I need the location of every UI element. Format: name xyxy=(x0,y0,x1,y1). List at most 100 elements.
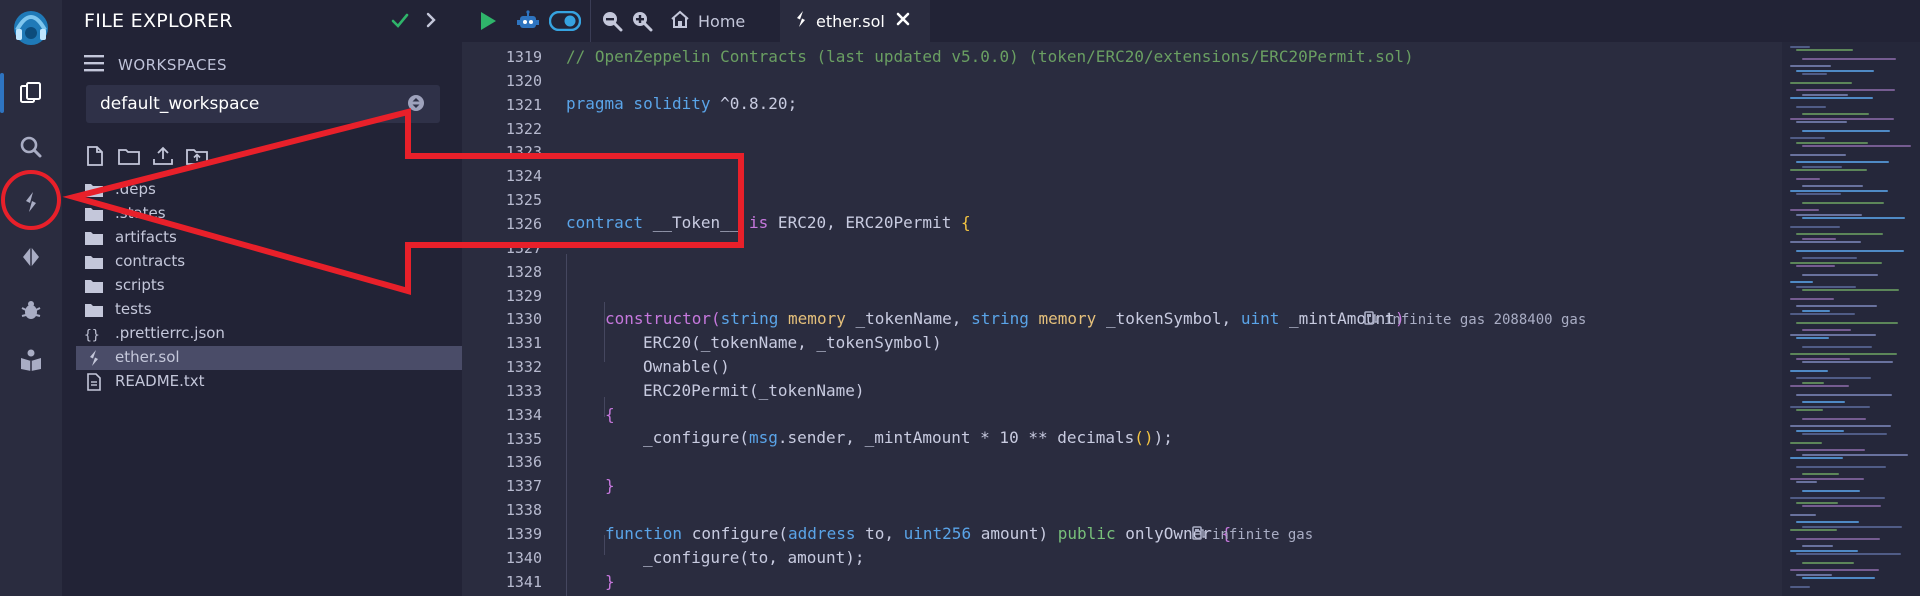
tree-item-label: scripts xyxy=(115,276,165,294)
minimap-line xyxy=(1790,569,1879,571)
minimap-line xyxy=(1790,82,1852,84)
file-explorer-icon[interactable] xyxy=(11,73,51,113)
debugger-icon[interactable] xyxy=(11,290,51,330)
upload-folder-icon[interactable] xyxy=(184,143,210,169)
explorer-toolbar xyxy=(82,143,210,169)
minimap-line xyxy=(1802,545,1833,547)
active-plugin-indicator xyxy=(0,73,4,113)
home-icon xyxy=(670,9,690,33)
minimap-line xyxy=(1790,478,1864,480)
minimap-line xyxy=(1802,454,1908,456)
code-line-1319: // OpenZeppelin Contracts (last updated … xyxy=(566,47,1414,66)
tree-item-label: README.txt xyxy=(115,372,205,390)
zoom-in-icon[interactable] xyxy=(628,7,656,35)
minimap-line xyxy=(1796,574,1832,576)
minimap-line xyxy=(1790,190,1888,192)
line-number: 1329 xyxy=(505,286,542,305)
workspaces-header: WORKSPACES xyxy=(84,54,227,76)
tab-ether-sol[interactable]: ether.sol xyxy=(780,0,930,42)
code-line-1334: { xyxy=(605,405,615,424)
folder-icon xyxy=(84,229,104,247)
new-file-icon[interactable] xyxy=(82,143,108,169)
hamburger-menu-icon[interactable] xyxy=(84,54,104,76)
tree-item-label: contracts xyxy=(115,252,186,270)
tree-item-ether-sol[interactable]: ether.sol xyxy=(76,346,462,370)
tree-item-states[interactable]: .states xyxy=(62,202,462,226)
tree-item-readme[interactable]: README.txt xyxy=(62,370,462,394)
line-number: 1341 xyxy=(505,572,542,591)
json-file-icon: {} xyxy=(84,325,104,343)
minimap-line xyxy=(1796,466,1886,468)
minimap-line xyxy=(1790,529,1837,531)
workspaces-label: WORKSPACES xyxy=(118,56,227,74)
minimap-line xyxy=(1796,377,1871,379)
minimap-line xyxy=(1790,442,1822,444)
tab-home[interactable]: Home xyxy=(670,0,780,42)
minimap-line xyxy=(1802,382,1824,384)
tree-item-artifacts[interactable]: artifacts xyxy=(62,226,462,250)
minimap-line xyxy=(1802,310,1830,312)
remix-logo-icon[interactable] xyxy=(11,8,51,48)
tree-item-deps[interactable]: .deps xyxy=(62,178,462,202)
minimap-line xyxy=(1796,305,1877,307)
line-number: 1321 xyxy=(505,95,542,114)
tree-item-label: ether.sol xyxy=(115,348,180,366)
check-icon[interactable] xyxy=(390,8,410,36)
minimap-line xyxy=(1790,406,1870,408)
minimap-line xyxy=(1796,89,1895,91)
deploy-run-icon[interactable] xyxy=(11,237,51,277)
minimap-line xyxy=(1796,121,1847,123)
minimap-line xyxy=(1790,281,1813,283)
minimap-line xyxy=(1796,358,1850,360)
minimap-line xyxy=(1802,526,1902,528)
autocomplete-toggle[interactable] xyxy=(548,7,582,35)
minimap-line xyxy=(1802,274,1878,276)
new-folder-icon[interactable] xyxy=(116,143,142,169)
tree-item-label: tests xyxy=(115,300,152,318)
code-line-1339: function configure(address to, uint256 a… xyxy=(605,524,1232,543)
code-line-1321: pragma solidity ^0.8.20; xyxy=(566,94,798,113)
chevron-right-icon[interactable] xyxy=(422,8,440,36)
minimap-line xyxy=(1796,502,1838,504)
editor-minimap[interactable] xyxy=(1782,42,1920,596)
minimap-line xyxy=(1802,433,1887,435)
code-editor[interactable]: 1319 1320 1321 1322 1323 1324 1325 1326 1327 1328… xyxy=(462,42,1920,596)
tree-item-contracts[interactable]: contracts xyxy=(62,250,462,274)
text-file-icon xyxy=(84,373,104,391)
close-tab-icon[interactable] xyxy=(895,11,911,31)
line-number: 1319 xyxy=(505,48,542,66)
tree-item-tests[interactable]: tests xyxy=(62,298,462,322)
code-line-1332: Ownable() xyxy=(643,357,730,376)
minimap-line xyxy=(1790,313,1855,315)
learneth-icon[interactable] xyxy=(11,340,51,380)
minimap-line xyxy=(1802,217,1905,219)
tree-item-label: .states xyxy=(115,204,166,222)
search-icon[interactable] xyxy=(11,127,51,167)
tab-file-label: ether.sol xyxy=(816,11,885,31)
line-number: 1327 xyxy=(505,238,542,257)
code-line-1330: constructor(string memory _tokenName, st… xyxy=(605,309,1405,328)
minimap-line xyxy=(1796,322,1898,324)
minimap-line xyxy=(1796,193,1841,195)
minimap-line xyxy=(1802,94,1848,96)
tree-item-prettierrc[interactable]: {} .prettierrc.json xyxy=(62,322,462,346)
minimap-line xyxy=(1790,550,1858,552)
code-line-1341: } xyxy=(605,572,615,591)
minimap-line xyxy=(1802,238,1836,240)
solidity-compiler-icon[interactable] xyxy=(11,182,51,222)
line-number: 1320 xyxy=(505,71,542,90)
upload-file-icon[interactable] xyxy=(150,143,176,169)
workspace-select[interactable]: default_workspace xyxy=(86,85,440,123)
run-play-icon[interactable] xyxy=(474,7,502,35)
tree-item-label: .deps xyxy=(115,180,156,198)
minimap-line xyxy=(1796,214,1862,216)
minimap-line xyxy=(1802,130,1890,132)
minimap-line xyxy=(1790,262,1882,264)
minimap-line xyxy=(1790,118,1894,120)
zoom-out-icon[interactable] xyxy=(598,7,626,35)
code-line-1333: ERC20Permit(_tokenName) xyxy=(643,381,865,400)
ai-robot-icon[interactable] xyxy=(514,7,542,35)
minimap-line xyxy=(1790,353,1897,355)
minimap-line xyxy=(1796,265,1835,267)
tree-item-scripts[interactable]: scripts xyxy=(62,274,462,298)
